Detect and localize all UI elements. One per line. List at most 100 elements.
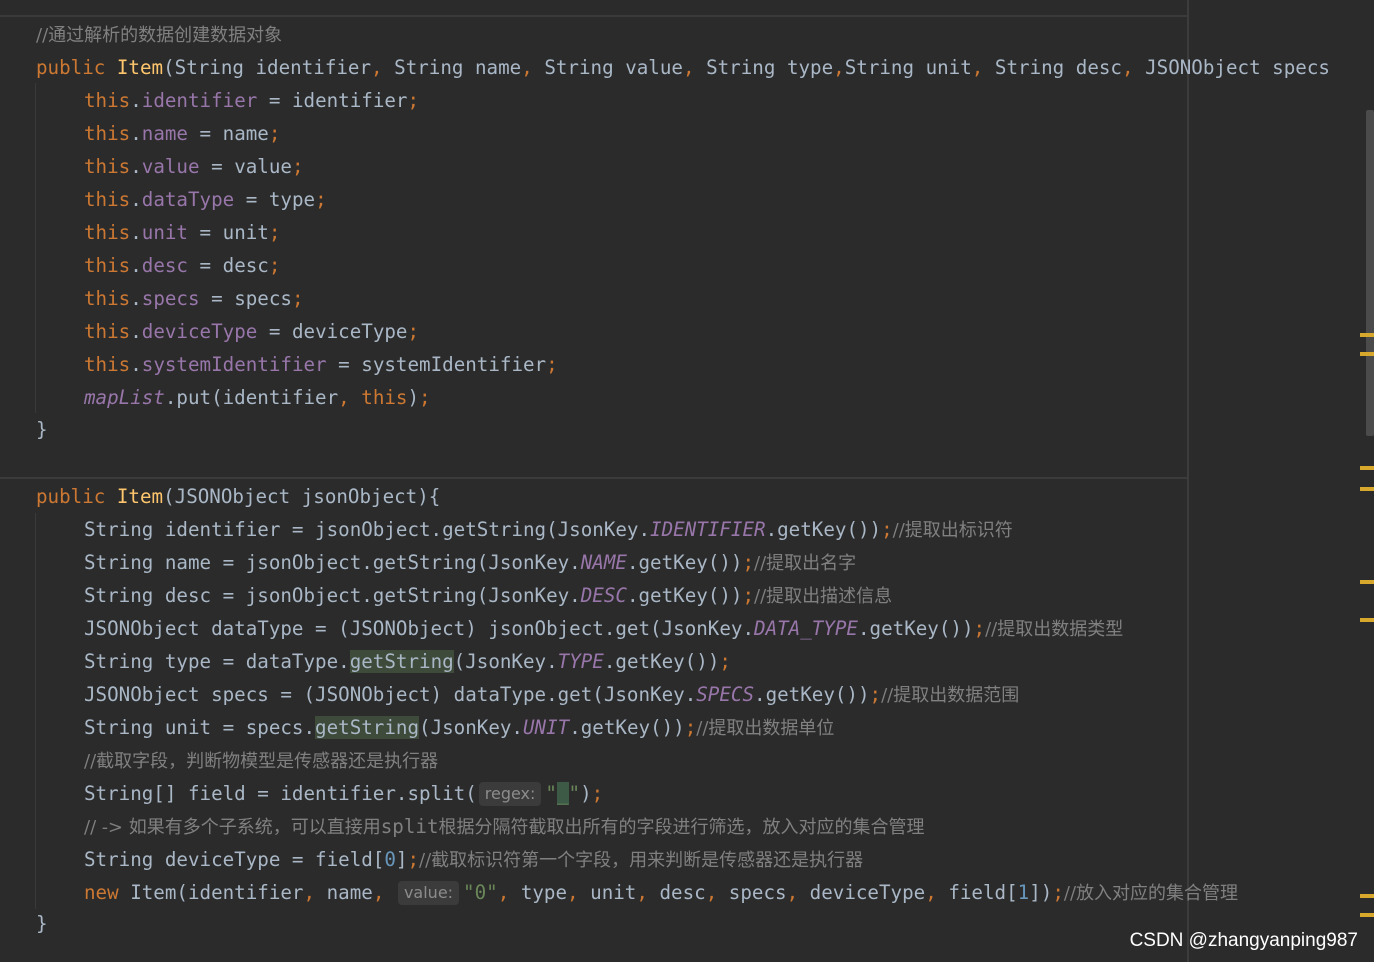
- error-stripe-marker[interactable]: [1360, 487, 1374, 491]
- keyword: this: [84, 188, 131, 211]
- code-line[interactable]: }: [36, 907, 48, 940]
- code-token: .: [130, 221, 142, 244]
- code-token: ]: [395, 848, 408, 871]
- code-line[interactable]: //通过解析的数据创建数据对象: [36, 18, 282, 51]
- code-token: String unit: [844, 56, 972, 79]
- code-token: ,: [371, 56, 383, 79]
- instance-field: specs: [141, 287, 200, 310]
- code-token: ;: [407, 320, 420, 343]
- code-line[interactable]: }: [36, 413, 48, 446]
- string-literal: ": [568, 782, 581, 805]
- error-stripe-marker[interactable]: [1360, 618, 1374, 622]
- code-token: unit: [578, 881, 637, 904]
- error-stripe-marker[interactable]: [1360, 913, 1374, 917]
- vertical-scrollbar[interactable]: [1366, 110, 1374, 436]
- code-token: ,: [303, 881, 316, 904]
- code-token: systemIdentifier: [361, 353, 547, 376]
- code-token: .: [130, 353, 142, 376]
- code-token: =: [199, 155, 235, 178]
- code-line[interactable]: String[] field = identifier.split(regex:…: [84, 777, 603, 810]
- code-line[interactable]: mapList.put(identifier, this);: [84, 381, 431, 414]
- code-token: String deviceType = field[: [84, 848, 385, 871]
- code-line[interactable]: String type = dataType.getString(JsonKey…: [84, 645, 731, 678]
- static-field: NAME: [580, 551, 627, 574]
- code-line[interactable]: this.dataType = type;: [84, 183, 327, 216]
- code-token: .getKey()): [765, 518, 882, 541]
- code-token: String desc: [983, 56, 1122, 79]
- code-line[interactable]: JSONObject dataType = (JSONObject) jsonO…: [84, 612, 1123, 645]
- code-token: =: [257, 320, 292, 343]
- code-token: ;: [268, 122, 281, 145]
- comment: //提取出数据范围: [881, 685, 1020, 706]
- code-line[interactable]: this.value = value;: [84, 150, 304, 183]
- comment: //通过解析的数据创建数据对象: [36, 25, 283, 46]
- code-token: ;: [268, 254, 281, 277]
- code-token: Item(identifier: [118, 881, 304, 904]
- code-line[interactable]: String deviceType = field[0];//截取标识符第一个字…: [84, 843, 863, 876]
- code-line[interactable]: this.desc = desc;: [84, 249, 280, 282]
- code-token: specs: [717, 881, 787, 904]
- code-line[interactable]: this.name = name;: [84, 117, 280, 150]
- code-token: ;: [869, 683, 882, 706]
- constructor-name: Item: [116, 485, 164, 508]
- code-line[interactable]: // -> 如果有多个子系统，可以直接用split根据分隔符截取出所有的字段进行…: [84, 810, 925, 843]
- static-field: UNIT: [522, 716, 570, 739]
- code-line[interactable]: JSONObject specs = (JSONObject) dataType…: [84, 678, 1019, 711]
- code-line[interactable]: this.unit = unit;: [84, 216, 280, 249]
- comment: //截取字段，判断物模型是传感器还是执行器: [84, 751, 439, 772]
- keyword: this: [84, 320, 131, 343]
- code-token: =: [199, 287, 235, 310]
- code-line[interactable]: this.deviceType = deviceType;: [84, 315, 419, 348]
- code-token: ;: [315, 188, 327, 211]
- error-stripe-marker[interactable]: [1360, 580, 1374, 584]
- highlighted-method: getString: [349, 650, 454, 673]
- code-line[interactable]: String name = jsonObject.getString(JsonK…: [84, 546, 856, 579]
- indent-guide: [35, 83, 36, 413]
- code-line[interactable]: String unit = specs.getString(JsonKey.UN…: [84, 711, 834, 744]
- keyword: this: [84, 221, 131, 244]
- number-literal: 0: [384, 848, 396, 871]
- code-line[interactable]: this.systemIdentifier = systemIdentifier…: [84, 348, 558, 381]
- code-token: value: [234, 155, 292, 178]
- code-line[interactable]: this.specs = specs;: [84, 282, 304, 315]
- error-stripe-marker[interactable]: [1360, 466, 1374, 470]
- code-token: type: [268, 188, 316, 211]
- code-line[interactable]: public Item(JSONObject jsonObject){: [36, 480, 440, 513]
- string-literal: "0": [463, 881, 498, 904]
- code-token: field[: [936, 881, 1018, 904]
- code-token: ;: [742, 551, 755, 574]
- code-line[interactable]: new Item(identifier, name, value: "0", ty…: [84, 876, 1238, 909]
- right-margin-guide: [1187, 0, 1189, 962]
- code-line[interactable]: String identifier = jsonObject.getString…: [84, 513, 1013, 546]
- comment: //提取出数据单位: [696, 718, 835, 739]
- code-line[interactable]: //截取字段，判断物模型是传感器还是执行器: [84, 744, 438, 777]
- code-token: .: [130, 89, 142, 112]
- code-token: ): [580, 782, 592, 805]
- code-line[interactable]: public Item(String identifier, String na…: [36, 51, 1330, 84]
- code-token: .getKey()): [857, 617, 974, 640]
- code-line[interactable]: String desc = jsonObject.getString(JsonK…: [84, 579, 892, 612]
- instance-field: dataType: [141, 188, 235, 211]
- code-token: JSONObject dataType = (JSONObject) jsonO…: [84, 617, 755, 640]
- comment: // -> 如果有多个子系统，可以直接用: [84, 817, 381, 838]
- code-editor[interactable]: //通过解析的数据创建数据对象 public Item(String ident…: [0, 0, 1374, 962]
- keyword: this: [84, 254, 131, 277]
- keyword: public: [36, 56, 106, 79]
- comment: //截取标识符第一个字段，用来判断是传感器还是执行器: [419, 850, 864, 871]
- comment: //提取出描述信息: [754, 586, 893, 607]
- code-line[interactable]: this.identifier = identifier;: [84, 84, 419, 117]
- instance-field: unit: [141, 221, 188, 244]
- code-token: .getKey()): [626, 551, 743, 574]
- keyword: this: [84, 155, 131, 178]
- code-token: ,: [521, 56, 533, 79]
- code-token: name: [222, 122, 269, 145]
- code-token: (JsonKey.: [419, 716, 523, 739]
- error-stripe-marker[interactable]: [1360, 894, 1374, 898]
- code-token: name: [315, 881, 373, 904]
- code-token: ,: [925, 881, 937, 904]
- code-token: ,: [567, 881, 579, 904]
- code-token: ;: [546, 353, 558, 376]
- code-token: ;: [268, 221, 281, 244]
- error-stripe-marker[interactable]: [1360, 333, 1374, 337]
- error-stripe-marker[interactable]: [1360, 352, 1374, 356]
